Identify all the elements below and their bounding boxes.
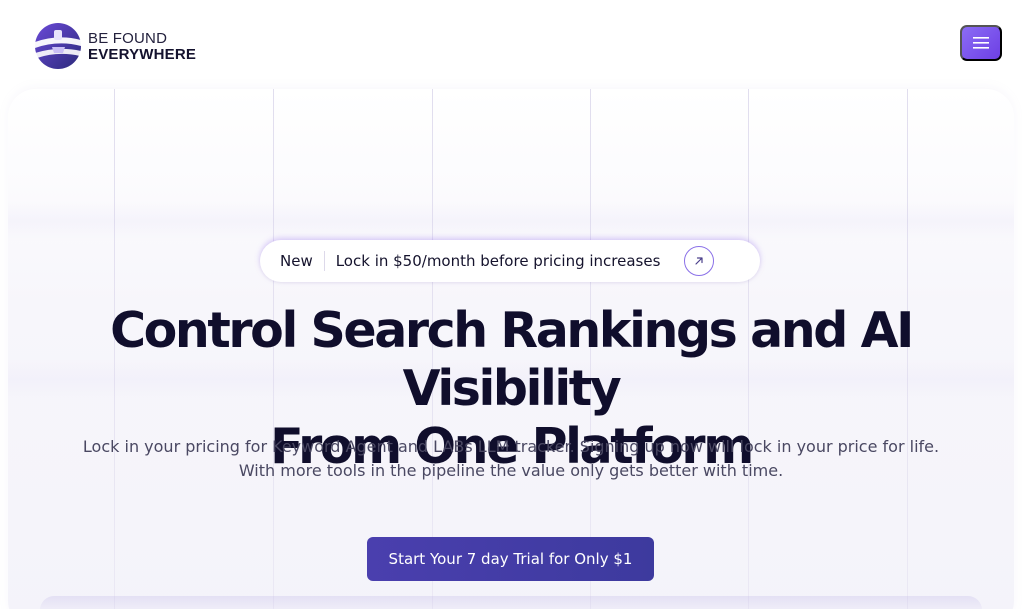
content-card-edge [40, 596, 982, 609]
hero-background-band [8, 201, 1014, 241]
hero-description: Lock in your pricing for Keyword Agent a… [0, 435, 1022, 483]
headline-line-1: Control Search Rankings and AI Visibilit… [110, 302, 914, 417]
announcement-text: Lock in $50/month before pricing increas… [335, 252, 661, 270]
description-line-2: With more tools in the pipeline the valu… [238, 461, 784, 480]
menu-button[interactable] [960, 25, 1002, 61]
site-header: BE FOUND EVERYWHERE [0, 0, 1022, 88]
logo-text-line2: EVERYWHERE [88, 45, 197, 63]
description-line-1: Lock in your pricing for Keyword Agent a… [82, 437, 940, 456]
brand-logo[interactable]: BE FOUND EVERYWHERE [32, 20, 207, 72]
hamburger-icon [973, 37, 989, 49]
announcement-pill[interactable]: New Lock in $50/month before pricing inc… [260, 240, 760, 282]
arrow-up-right-icon[interactable] [684, 246, 714, 276]
globe-logo-icon [32, 20, 84, 72]
divider [323, 251, 325, 271]
new-badge: New [280, 252, 313, 270]
start-trial-button[interactable]: Start Your 7 day Trial for Only $1 [367, 537, 654, 581]
logo-text-line1: BE FOUND [88, 29, 168, 47]
